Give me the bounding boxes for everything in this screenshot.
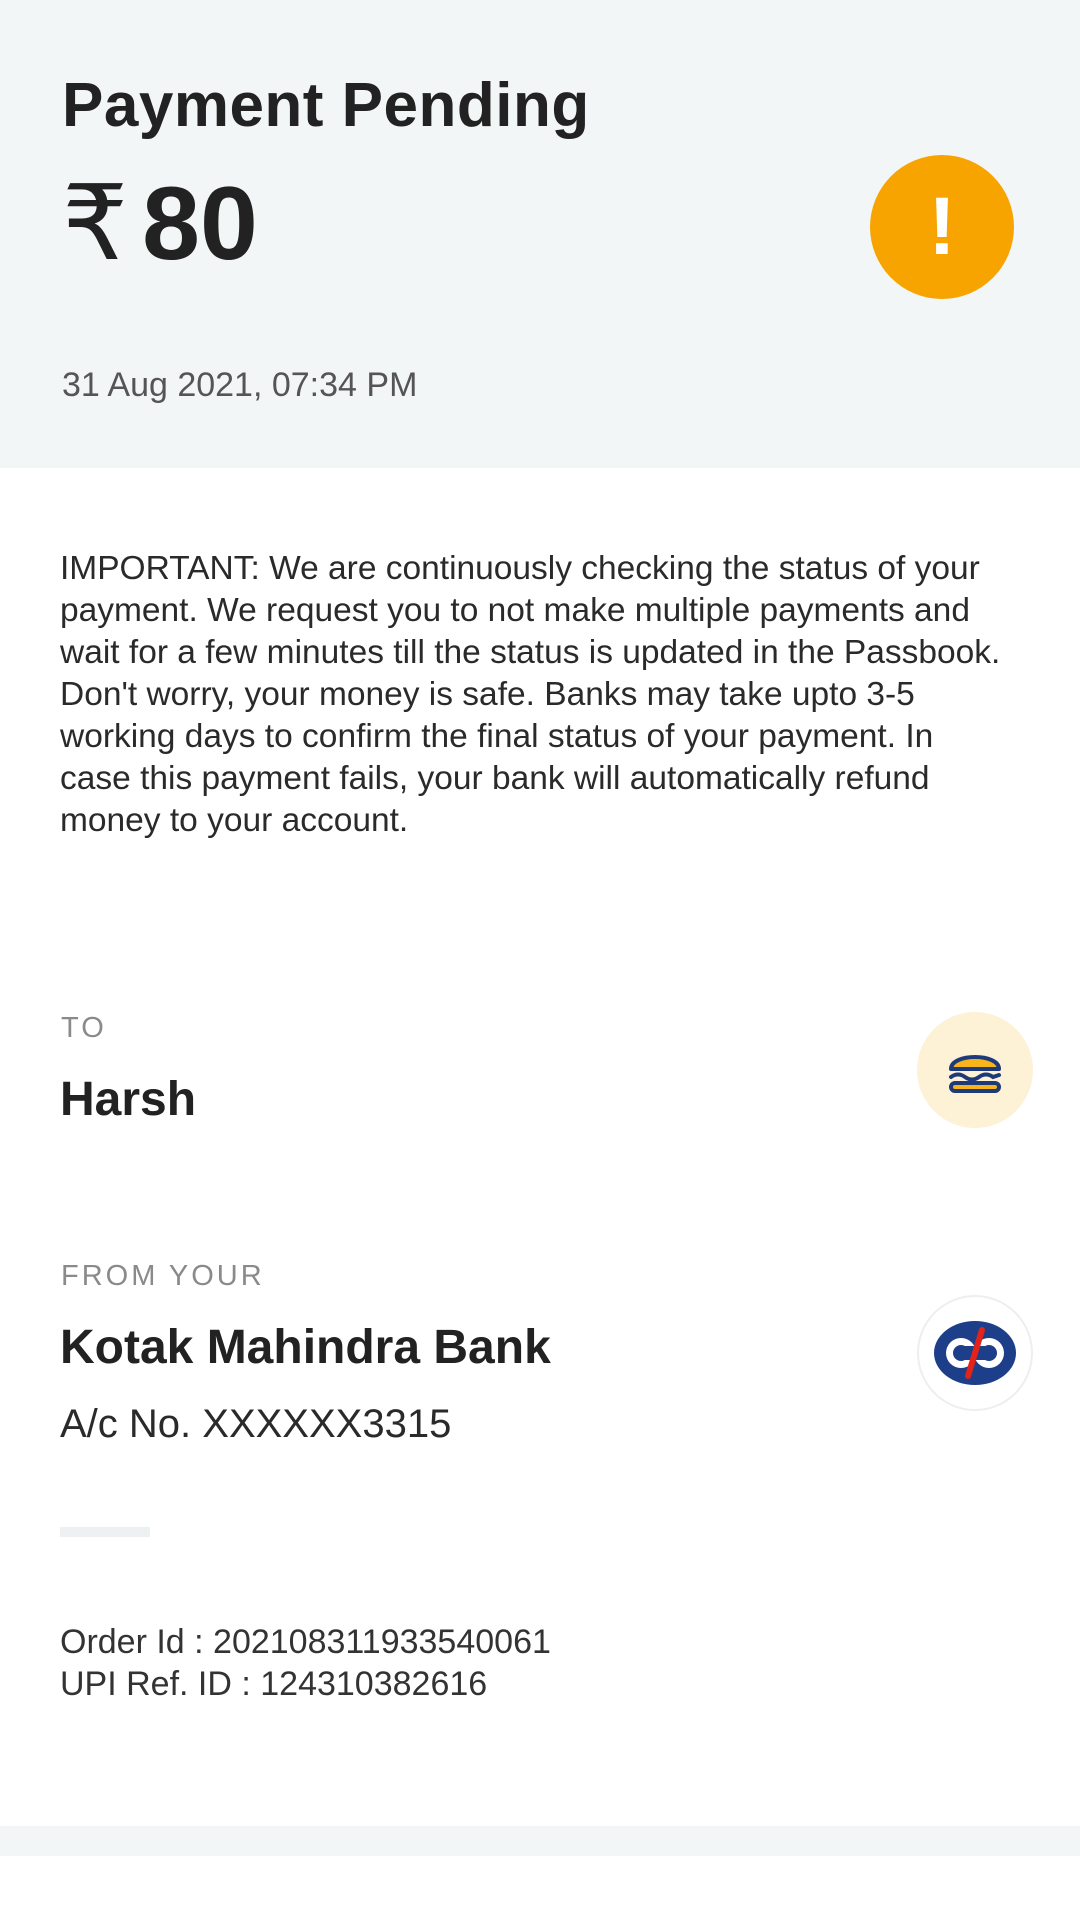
bank-name: Kotak Mahindra Bank <box>60 1321 551 1374</box>
order-id: Order Id : 20210831193354006​1 <box>60 1623 551 1661</box>
page-title: Payment Pending <box>62 71 590 140</box>
transaction-datetime: 31 Aug 2021, 07:34 PM <box>62 366 418 404</box>
currency-symbol: ₹ <box>62 166 129 282</box>
to-label: TO <box>61 1012 107 1044</box>
bottom-divider <box>0 1826 1080 1856</box>
pending-notice: IMPORTANT: We are continuously checking … <box>60 548 1010 842</box>
amount-value: 80 <box>142 166 258 282</box>
exclamation-icon: ! <box>870 155 1014 299</box>
section-divider <box>60 1527 150 1537</box>
notice-paragraph-1: IMPORTANT: We are continuously checking … <box>60 550 1001 671</box>
kotak-logo-icon <box>917 1295 1033 1411</box>
account-number: A/c No. XXXXXX3315 <box>60 1402 452 1446</box>
payment-amount: ₹80 <box>62 172 258 276</box>
notice-paragraph-2: Don't worry, your money is safe. Banks m… <box>60 676 934 839</box>
from-label: FROM YOUR <box>61 1260 265 1292</box>
upi-ref-id: UPI Ref. ID : 124310382616 <box>60 1665 488 1703</box>
status-header: Payment Pending ₹80 ! 31 Aug 2021, 07:34… <box>0 0 1080 468</box>
transaction-ids: Order Id : 20210831193354006​1 UPI Ref. … <box>60 1621 551 1705</box>
burger-icon <box>917 1012 1033 1128</box>
payee-name: Harsh <box>60 1073 197 1126</box>
